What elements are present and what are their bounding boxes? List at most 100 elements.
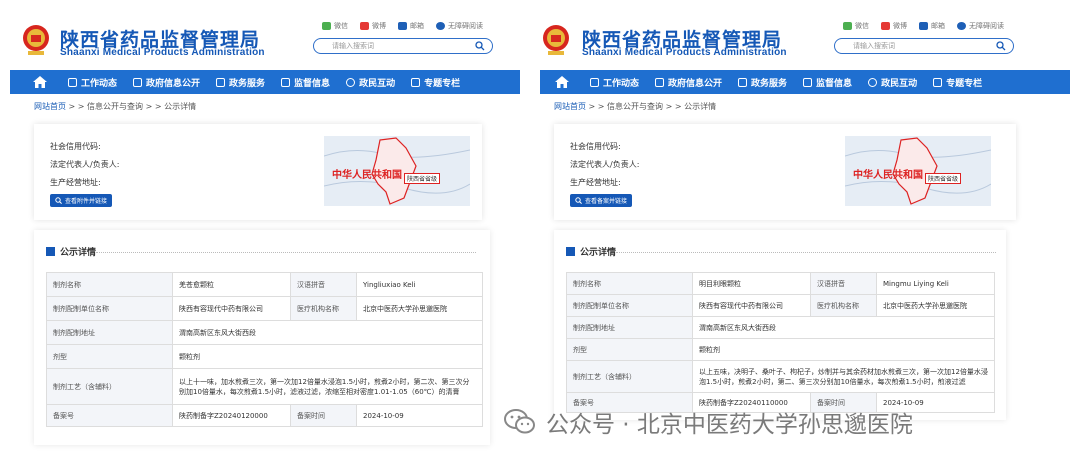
site-header: 陕西省药品监督管理局 Shaanxi Medical Products Admi… (540, 0, 1080, 70)
location-map[interactable]: 中华人民共和国 陕西省省级 (324, 136, 470, 206)
table-label: 医疗机构名称 (290, 296, 357, 321)
weibo-link[interactable]: 微博 (360, 21, 386, 31)
table-value: Yingliuxiao Keli (356, 272, 483, 297)
table-label: 制剂配制地址 (46, 320, 173, 345)
mail-link[interactable]: 邮箱 (919, 21, 945, 31)
breadcrumb-home[interactable]: 网站首页 (554, 102, 586, 111)
table-row: 剂型 颗粒剂 (566, 338, 995, 361)
credit-code-label: 社会信用代码: (570, 142, 621, 151)
table-label: 汉语拼音 (290, 272, 357, 297)
top-links: 微信 微博 邮箱 无障碍阅读 (843, 21, 1004, 31)
address-label: 生产经营地址: (570, 178, 621, 187)
detail-table: 制剂名称 明目利眼颗粒 汉语拼音 Mingmu Liying Keli 制剂配制… (566, 272, 995, 413)
nav-gov-services[interactable]: 政务服务 (738, 76, 787, 89)
home-icon (33, 76, 47, 88)
accessibility-link[interactable]: 无障碍阅读 (957, 21, 1004, 31)
nav-gov-info[interactable]: 政府信息公开 (655, 76, 722, 89)
national-emblem-icon (23, 25, 49, 55)
breadcrumb: 网站首页 > > 信息公开与查询 > > 公示详情 (554, 101, 716, 112)
nav-special[interactable]: 专题专栏 (933, 76, 982, 89)
nav-special[interactable]: 专题专栏 (411, 76, 460, 89)
nav-interaction[interactable]: 政民互动 (346, 76, 395, 89)
map-country-label: 中华人民共和国 (853, 170, 923, 181)
table-value: 渭南高新区东风大街西段 (172, 320, 483, 345)
breadcrumb-home[interactable]: 网站首页 (34, 102, 66, 111)
table-value: 明目利眼颗粒 (692, 272, 811, 295)
table-row: 制剂名称 明目利眼颗粒 汉语拼音 Mingmu Liying Keli (566, 272, 995, 295)
nav-supervision[interactable]: 监督信息 (281, 76, 330, 89)
nav-work-news[interactable]: 工作动态 (68, 76, 117, 89)
accessibility-link[interactable]: 无障碍阅读 (436, 21, 483, 31)
table-label: 剂型 (566, 338, 693, 361)
mail-link[interactable]: 邮箱 (398, 21, 424, 31)
grid-icon (738, 77, 748, 87)
table-value: 颗粒剂 (172, 344, 483, 369)
legal-rep-label: 法定代表人/负责人: (570, 160, 640, 169)
section-icon (46, 247, 55, 256)
detail-table: 制剂名称 羌苍愈颗粒 汉语拼音 Yingliuxiao Keli 制剂配制单位名… (46, 272, 483, 427)
view-attachment-button[interactable]: 查看附件并链接 (50, 194, 113, 207)
table-row: 制剂配制地址 渭南高新区东风大街西段 (566, 316, 995, 339)
address-label: 生产经营地址: (50, 178, 101, 187)
detail-card: 公示详情 制剂名称 明目利眼颗粒 汉语拼音 Mingmu Liying Keli… (554, 230, 1006, 420)
grid-icon (216, 77, 226, 87)
site-title-en: Shaanxi Medical Products Administration (582, 47, 787, 58)
enterprise-info-card: 社会信用代码: 法定代表人/负责人: 生产经营地址: 查看附件并链接 中华人民共… (34, 124, 482, 220)
search-box[interactable]: 请输入搜索词 (313, 38, 493, 54)
section-title: 公示详情 (566, 245, 616, 258)
table-value-process: 以上十一味，加水煎煮三次，第一次加12倍量水浸泡1.5小时，煎煮2小时，第二次、… (172, 368, 483, 405)
table-label: 备案号 (46, 404, 173, 427)
enterprise-info-card: 社会信用代码: 法定代表人/负责人: 生产经营地址: 查看备案并链接 中华人民共… (554, 124, 1016, 220)
home-button[interactable] (26, 76, 54, 88)
table-label: 剂型 (46, 344, 173, 369)
table-row: 制剂工艺（含辅料） 以上十一味，加水煎煮三次，第一次加12倍量水浸泡1.5小时，… (46, 368, 483, 405)
monitor-icon (655, 77, 665, 87)
table-label: 制剂工艺（含辅料） (46, 368, 173, 405)
nav-work-news[interactable]: 工作动态 (590, 76, 639, 89)
table-row: 制剂配制单位名称 陕西有容现代中药有限公司 医疗机构名称 北京中医药大学孙思邈医… (566, 294, 995, 317)
table-label: 制剂配制地址 (566, 316, 693, 339)
table-value: 颗粒剂 (692, 338, 995, 361)
table-value-process: 以上五味，决明子、桑叶子、枸杞子，炒制并与其余药材加水煎煮三次，第一次加12倍量… (692, 360, 995, 393)
search-placeholder: 请输入搜索词 (853, 42, 895, 50)
chart-icon (281, 77, 291, 87)
search-box[interactable]: 请输入搜索词 (834, 38, 1014, 54)
table-row: 制剂名称 羌苍愈颗粒 汉语拼音 Yingliuxiao Keli (46, 272, 483, 297)
nav-gov-services[interactable]: 政务服务 (216, 76, 265, 89)
document-icon (68, 77, 77, 87)
gear-icon (868, 77, 878, 87)
table-label: 备案时间 (290, 404, 357, 427)
mail-icon (919, 22, 928, 30)
main-nav: 工作动态 政府信息公开 政务服务 监督信息 政民互动 专题专栏 (10, 70, 520, 94)
nav-gov-info[interactable]: 政府信息公开 (133, 76, 200, 89)
table-value: 北京中医药大学孙思邈医院 (356, 296, 483, 321)
table-value: 陕西有容现代中药有限公司 (172, 296, 291, 321)
table-value: 北京中医药大学孙思邈医院 (876, 294, 995, 317)
credit-code-label: 社会信用代码: (50, 142, 101, 151)
table-value: 陕药制备字Z20240120000 (172, 404, 291, 427)
table-value: 陕西有容现代中药有限公司 (692, 294, 811, 317)
table-label: 制剂配制单位名称 (566, 294, 693, 317)
breadcrumb-rest: > > 信息公开与查询 > > 公示详情 (66, 102, 197, 111)
wechat-link[interactable]: 微信 (322, 21, 348, 31)
nav-supervision[interactable]: 监督信息 (803, 76, 852, 89)
weibo-link[interactable]: 微博 (881, 21, 907, 31)
map-country-label: 中华人民共和国 (332, 170, 402, 181)
search-placeholder: 请输入搜索词 (332, 42, 374, 50)
location-map[interactable]: 中华人民共和国 陕西省省级 (845, 136, 991, 206)
home-button[interactable] (548, 76, 576, 88)
search-icon[interactable] (996, 41, 1006, 51)
wechat-link[interactable]: 微信 (843, 21, 869, 31)
breadcrumb: 网站首页 > > 信息公开与查询 > > 公示详情 (34, 101, 196, 112)
search-icon[interactable] (475, 41, 485, 51)
table-label: 医疗机构名称 (810, 294, 877, 317)
table-label: 制剂工艺（含辅料） (566, 360, 693, 393)
gear-icon (346, 77, 356, 87)
left-page-screenshot: 陕西省药品监督管理局 Shaanxi Medical Products Admi… (0, 0, 530, 468)
watermark: 公众号 · 北京中医药大学孙思邈医院 (504, 405, 913, 439)
view-record-button[interactable]: 查看备案并链接 (570, 194, 633, 207)
nav-interaction[interactable]: 政民互动 (868, 76, 917, 89)
search-icon (55, 197, 62, 204)
map-province-tag: 陕西省省级 (925, 173, 962, 184)
watermark-text: 公众号 · 北京中医药大学孙思邈医院 (546, 412, 913, 438)
